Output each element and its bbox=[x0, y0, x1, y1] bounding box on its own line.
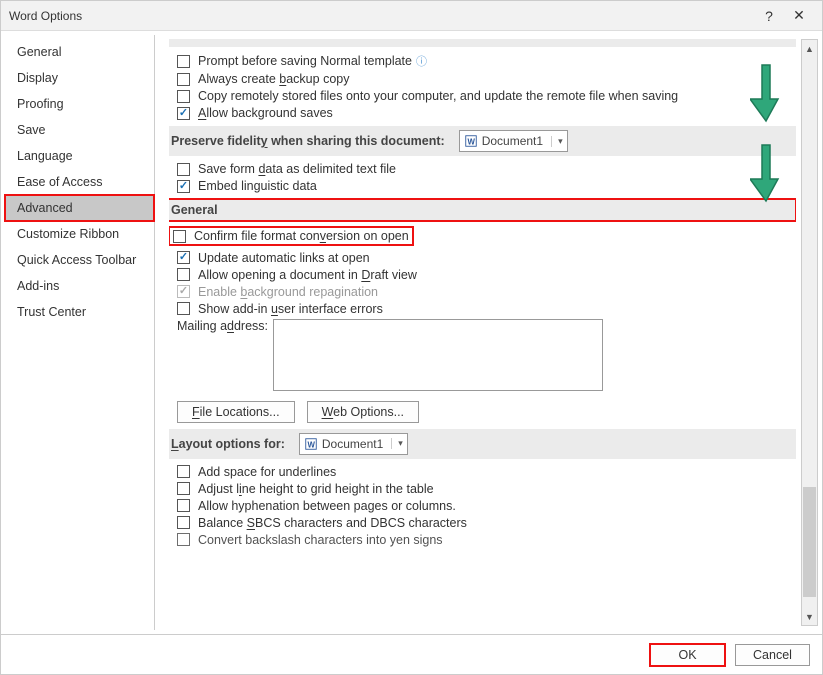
opt-allow-hyphenation[interactable]: Allow hyphenation between pages or colum… bbox=[177, 499, 796, 513]
sidebar-item-quick-access-toolbar[interactable]: Quick Access Toolbar bbox=[5, 247, 154, 273]
info-icon[interactable]: ⓘ bbox=[416, 53, 427, 69]
checkbox-icon bbox=[177, 251, 190, 264]
layout-doc-dropdown[interactable]: W Document1 ▾ bbox=[299, 433, 408, 455]
checkbox-icon bbox=[177, 499, 190, 512]
mailing-address-row: Mailing address: bbox=[177, 319, 796, 391]
opt-copy-remote[interactable]: Copy remotely stored files onto your com… bbox=[177, 89, 796, 103]
section-preserve-fidelity: Preserve fidelity when sharing this docu… bbox=[169, 126, 796, 156]
opt-bg-saves[interactable]: Allow background saves bbox=[177, 106, 796, 120]
checkbox-icon bbox=[177, 268, 190, 281]
word-doc-icon: W bbox=[464, 134, 478, 148]
sidebar-item-ease-of-access[interactable]: Ease of Access bbox=[5, 169, 154, 195]
opt-save-form-data[interactable]: Save form data as delimited text file bbox=[177, 162, 796, 176]
opt-update-links[interactable]: Update automatic links at open bbox=[177, 251, 796, 265]
preserve-doc-dropdown[interactable]: W Document1 ▾ bbox=[459, 130, 568, 152]
checkbox-icon bbox=[177, 465, 190, 478]
sidebar-item-customize-ribbon[interactable]: Customize Ribbon bbox=[5, 221, 154, 247]
file-locations-button[interactable]: File Locations... bbox=[177, 401, 295, 423]
sidebar-item-language[interactable]: Language bbox=[5, 143, 154, 169]
sidebar-item-trust-center[interactable]: Trust Center bbox=[5, 299, 154, 325]
opt-convert-yen[interactable]: Convert backslash characters into yen si… bbox=[177, 533, 796, 547]
checkbox-icon bbox=[177, 285, 190, 298]
checkbox-icon bbox=[177, 302, 190, 315]
scroll-thumb[interactable] bbox=[803, 487, 816, 597]
checkbox-icon bbox=[177, 163, 190, 176]
svg-text:W: W bbox=[467, 138, 475, 147]
options-content: Prompt before saving Normal template ⓘ A… bbox=[155, 31, 822, 634]
close-button[interactable]: ✕ bbox=[784, 7, 814, 24]
mailing-address-label: Mailing address: bbox=[177, 319, 273, 333]
opt-prompt-normal[interactable]: Prompt before saving Normal template ⓘ bbox=[177, 53, 796, 69]
word-options-window: Word Options ? ✕ General Display Proofin… bbox=[0, 0, 823, 675]
cancel-button[interactable]: Cancel bbox=[735, 644, 810, 666]
sidebar-item-add-ins[interactable]: Add-ins bbox=[5, 273, 154, 299]
opt-add-space-underlines[interactable]: Add space for underlines bbox=[177, 465, 796, 479]
checkbox-icon bbox=[173, 230, 186, 243]
checkbox-icon bbox=[177, 73, 190, 86]
titlebar: Word Options ? ✕ bbox=[1, 1, 822, 31]
opt-confirm-conversion[interactable]: Confirm file format conversion on open bbox=[173, 229, 409, 243]
checkbox-icon bbox=[177, 533, 190, 546]
ok-button[interactable]: OK bbox=[650, 644, 725, 666]
checkbox-icon bbox=[177, 90, 190, 103]
chevron-down-icon: ▾ bbox=[551, 136, 563, 147]
opt-addin-errors[interactable]: Show add-in user interface errors bbox=[177, 302, 796, 316]
section-general: General bbox=[169, 199, 796, 221]
checkbox-icon bbox=[177, 107, 190, 120]
sidebar-item-save[interactable]: Save bbox=[5, 117, 154, 143]
mailing-address-input[interactable] bbox=[273, 319, 603, 391]
scroll-down-button[interactable]: ▼ bbox=[802, 608, 817, 625]
checkbox-icon bbox=[177, 55, 190, 68]
sidebar-item-advanced[interactable]: Advanced bbox=[5, 195, 154, 221]
web-options-button[interactable]: Web Options... bbox=[307, 401, 419, 423]
opt-bg-repagination: Enable background repagination bbox=[177, 285, 796, 299]
opt-backup-copy[interactable]: Always create backup copy bbox=[177, 72, 796, 86]
chevron-down-icon: ▾ bbox=[391, 438, 403, 449]
opt-balance-sbcs[interactable]: Balance SBCS characters and DBCS charact… bbox=[177, 516, 796, 530]
help-button[interactable]: ? bbox=[754, 8, 784, 24]
window-title: Word Options bbox=[9, 9, 82, 23]
sidebar-item-general[interactable]: General bbox=[5, 39, 154, 65]
sidebar-item-display[interactable]: Display bbox=[5, 65, 154, 91]
checkbox-icon bbox=[177, 516, 190, 529]
vertical-scrollbar[interactable]: ▲ ▼ bbox=[801, 39, 818, 626]
opt-open-draft[interactable]: Allow opening a document in Draft view bbox=[177, 268, 796, 282]
svg-text:W: W bbox=[307, 440, 315, 449]
opt-adjust-line-height[interactable]: Adjust line height to grid height in the… bbox=[177, 482, 796, 496]
dialog-footer: OK Cancel bbox=[1, 634, 822, 674]
checkbox-icon bbox=[177, 482, 190, 495]
sidebar: General Display Proofing Save Language E… bbox=[5, 35, 155, 630]
section-layout-options: Layout options for: W Document1 ▾ bbox=[169, 429, 796, 459]
word-doc-icon: W bbox=[304, 437, 318, 451]
scroll-up-button[interactable]: ▲ bbox=[802, 40, 817, 57]
sidebar-item-proofing[interactable]: Proofing bbox=[5, 91, 154, 117]
opt-embed-linguistic[interactable]: Embed linguistic data bbox=[177, 179, 796, 193]
checkbox-icon bbox=[177, 180, 190, 193]
